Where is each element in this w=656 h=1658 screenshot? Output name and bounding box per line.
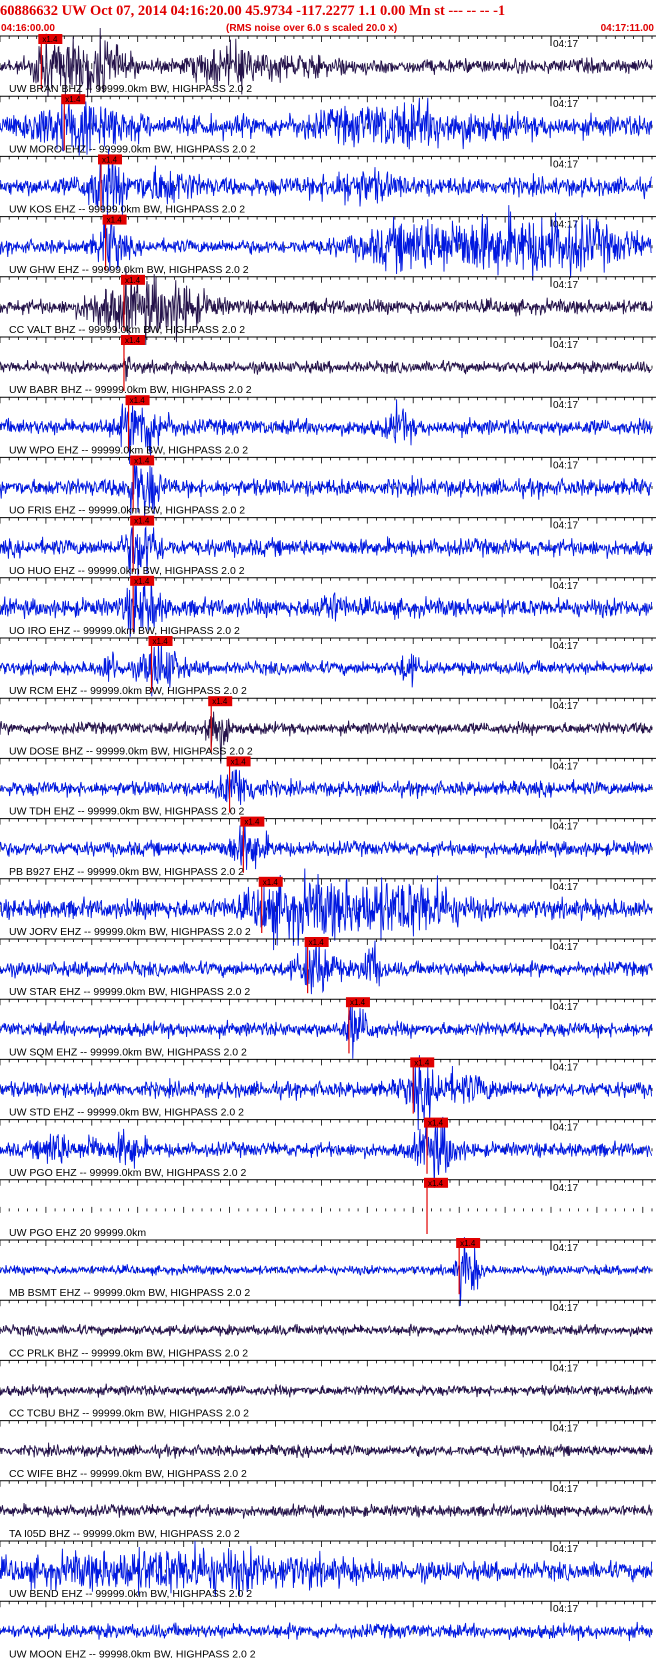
minute-label: 04:17 (553, 942, 578, 953)
minute-label: 04:17 (553, 460, 578, 471)
minute-label: 04:17 (553, 1424, 578, 1435)
station-label: UW PGO EHZ -- 99999.0km BW, HIGHPASS 2.0… (9, 1167, 246, 1179)
minute-label: 04:17 (553, 340, 578, 351)
waveform-trace (0, 1503, 653, 1519)
station-label: UW GHW EHZ -- 99999.0km BW, HIGHPASS 2.0… (9, 264, 249, 276)
station-label: CC WIFE BHZ -- 99999.0km BW, HIGHPASS 2.… (9, 1468, 247, 1480)
station-label: UO FRIS EHZ -- 99999.0km BW, HIGHPASS 2.… (9, 505, 245, 517)
minute-label: 04:17 (553, 220, 578, 231)
minute-label: 04:17 (553, 400, 578, 411)
pick-label: x1.4 (414, 1058, 430, 1067)
minute-label: 04:17 (553, 1604, 578, 1615)
waveform-trace (0, 1621, 653, 1642)
minute-label: 04:17 (553, 280, 578, 291)
pick-label: x1.4 (309, 938, 325, 947)
station-label: UW WPO EHZ -- 99999.0km BW, HIGHPASS 2.0… (9, 444, 248, 456)
minute-label: 04:17 (553, 1123, 578, 1134)
pick-label: x1.4 (102, 155, 118, 164)
waveform-trace (0, 1442, 653, 1459)
station-label: UW SQM EHZ -- 99999.0km BW, HIGHPASS 2.0… (9, 1046, 247, 1058)
station-label: UW KOS EHZ -- 99999.0km BW, HIGHPASS 2.0… (9, 204, 245, 216)
minute-label: 04:17 (553, 99, 578, 110)
minute-label: 04:17 (553, 159, 578, 170)
minute-label: 04:17 (553, 761, 578, 772)
minute-label: 04:17 (553, 882, 578, 893)
station-label: UW MOON EHZ -- 99998.0km BW, HIGHPASS 2.… (9, 1648, 256, 1658)
station-label: CC TCBU BHZ -- 99999.0km BW, HIGHPASS 2.… (9, 1408, 249, 1420)
station-label: UW PGO EHZ 20 99999.0km (9, 1227, 146, 1239)
station-label: PB B927 EHZ -- 99999.0km BW, HIGHPASS 2.… (9, 866, 244, 878)
pick-label: x1.4 (350, 998, 366, 1007)
station-label: UW STD EHZ -- 99999.0km BW, HIGHPASS 2.0… (9, 1107, 244, 1119)
pick-label: x1.4 (153, 637, 169, 646)
waveform-trace (0, 1383, 653, 1398)
minute-label: 04:17 (553, 1062, 578, 1073)
minute-label: 04:17 (553, 1183, 578, 1194)
pick-label: x1.4 (134, 577, 150, 586)
minute-label: 04:17 (553, 1363, 578, 1374)
pick-label: x1.4 (428, 1179, 444, 1188)
pick-label: x1.4 (134, 517, 150, 526)
station-label: TA I05D BHZ -- 99999.0km BW, HIGHPASS 2.… (9, 1528, 240, 1540)
station-label: UW RCM EHZ -- 99999.0km BW, HIGHPASS 2.0… (9, 685, 247, 697)
pick-label: x1.4 (460, 1239, 476, 1248)
pick-label: x1.4 (212, 697, 228, 706)
pick-label: x1.4 (130, 396, 146, 405)
minute-label: 04:17 (553, 822, 578, 833)
pick-label: x1.4 (65, 95, 81, 104)
station-label: UW BEND EHZ -- 99999.0km BW, HIGHPASS 2.… (9, 1588, 252, 1600)
station-label: UO IRO EHZ -- 99999.0km BW, HIGHPASS 2.0… (9, 625, 240, 637)
station-label: CC VALT BHZ -- 99999.0km BW, HIGHPASS 2.… (9, 324, 245, 336)
station-label: UW DOSE BHZ -- 99999.0km BW, HIGHPASS 2.… (9, 745, 253, 757)
pick-label: x1.4 (231, 757, 247, 766)
waveform-trace (0, 769, 653, 806)
pick-label: x1.4 (125, 336, 141, 345)
minute-label: 04:17 (553, 1303, 578, 1314)
pick-label: x1.4 (125, 276, 141, 285)
station-label: UW MORO EHZ -- 99999.0km BW, HIGHPASS 2.… (9, 143, 256, 155)
pick-label: x1.4 (244, 818, 260, 827)
station-label: UW BABR BHZ -- 99999.0km BW, HIGHPASS 2.… (9, 384, 252, 396)
pick-label: x1.4 (428, 1119, 444, 1128)
station-label: UW TDH EHZ -- 99999.0km BW, HIGHPASS 2.0… (9, 806, 244, 818)
waveform-trace (0, 356, 652, 382)
seismogram-plot: 04:17x1.4UW BRAN BHZ -- 99999.0km BW, HI… (0, 27, 656, 1658)
pick-label: x1.4 (42, 35, 58, 44)
minute-label: 04:17 (553, 1243, 578, 1254)
waveform-trace (0, 1323, 653, 1337)
minute-label: 04:17 (553, 581, 578, 592)
minute-label: 04:17 (553, 39, 578, 50)
minute-label: 04:17 (553, 521, 578, 532)
pick-label: x1.4 (134, 456, 150, 465)
station-label: UW BRAN BHZ -- 99999.0km BW, HIGHPASS 2.… (9, 83, 252, 95)
minute-label: 04:17 (553, 701, 578, 712)
minute-label: 04:17 (553, 1002, 578, 1013)
station-label: MB BSMT EHZ -- 99999.0km BW, HIGHPASS 2.… (9, 1287, 250, 1299)
station-label: UW STAR EHZ -- 99999.0km BW, HIGHPASS 2.… (9, 986, 250, 998)
pick-label: x1.4 (263, 878, 279, 887)
station-label: UO HUO EHZ -- 99999.0km BW, HIGHPASS 2.0… (9, 565, 245, 577)
minute-label: 04:17 (553, 1484, 578, 1495)
station-label: CC PRLK BHZ -- 99999.0km BW, HIGHPASS 2.… (9, 1347, 248, 1359)
station-label: UW JORV EHZ -- 99999.0km BW, HIGHPASS 2.… (9, 926, 251, 938)
pick-label: x1.4 (107, 216, 123, 225)
minute-label: 04:17 (553, 641, 578, 652)
minute-label: 04:17 (553, 1544, 578, 1555)
